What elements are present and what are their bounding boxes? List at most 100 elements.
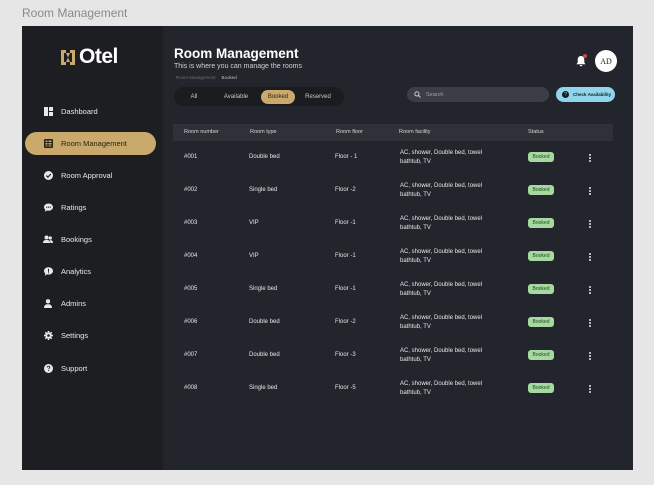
cell-room-facility: AC, shower, Double bed, towel bathtub, T… <box>400 348 483 363</box>
cell-room-number: #002 <box>184 187 198 193</box>
room-list-icon <box>43 139 53 149</box>
more-options-icon[interactable] <box>587 318 593 328</box>
sidebar: Otel Dashboard Room Management Room Appr… <box>22 26 163 470</box>
cell-room-number: #003 <box>184 220 198 226</box>
cell-room-type: Double bed <box>249 319 280 325</box>
status-badge: Booked <box>528 152 554 162</box>
sidebar-item-label: Admins <box>61 299 87 308</box>
cell-room-facility: AC, shower, Double bed, towel bathtub, T… <box>400 249 483 264</box>
more-options-icon[interactable] <box>587 285 593 295</box>
search-icon <box>414 91 421 98</box>
avatar[interactable]: AD <box>595 50 617 72</box>
check-availability-label: Check Availability <box>573 92 612 97</box>
sidebar-item-label: Ratings <box>61 203 87 212</box>
table-row[interactable]: #003 VIP Floor -1 AC, shower, Double bed… <box>173 207 613 240</box>
table-row[interactable]: #001 Double bed Floor - 1 AC, shower, Do… <box>173 141 613 174</box>
cell-room-type: Double bed <box>249 352 280 358</box>
cell-room-floor: Floor -5 <box>335 385 356 391</box>
table-row[interactable]: #007 Double bed Floor -3 AC, shower, Dou… <box>173 339 613 372</box>
sidebar-item-dashboard[interactable]: Dashboard <box>25 100 156 123</box>
status-badge: Booked <box>528 350 554 360</box>
table-header: Room number Room type Room floor Room fa… <box>173 124 613 141</box>
cell-room-facility: AC, shower, Double bed, towel bathtub, T… <box>400 150 483 165</box>
canvas-frame-label: Room Management <box>22 6 128 20</box>
cell-room-type: Single bed <box>249 187 278 193</box>
cell-room-floor: Floor -3 <box>335 352 356 358</box>
sidebar-item-ratings[interactable]: Ratings <box>25 196 156 219</box>
sidebar-item-settings[interactable]: Settings <box>25 324 156 347</box>
cell-room-floor: Floor - 1 <box>335 154 358 160</box>
check-availability-button[interactable]: ? Check Availability <box>556 87 615 102</box>
cell-room-number: #007 <box>184 352 198 358</box>
cell-room-floor: Floor -1 <box>335 286 356 292</box>
cell-room-number: #006 <box>184 319 198 325</box>
cell-room-number: #005 <box>184 286 198 292</box>
chat-alert-icon <box>43 267 53 277</box>
more-options-icon[interactable] <box>587 219 593 229</box>
more-options-icon[interactable] <box>587 384 593 394</box>
cell-room-type: VIP <box>249 253 259 259</box>
tab-reserved[interactable]: Reserved <box>295 90 341 104</box>
app-window: Otel Dashboard Room Management Room Appr… <box>22 26 633 470</box>
search-input[interactable] <box>426 91 536 98</box>
search-bar[interactable] <box>407 87 549 102</box>
dashboard-icon <box>43 107 53 117</box>
more-options-icon[interactable] <box>587 351 593 361</box>
cell-room-floor: Floor -1 <box>335 253 356 259</box>
sidebar-item-label: Room Approval <box>61 171 113 180</box>
help-icon <box>43 364 53 374</box>
cell-room-facility: AC, shower, Double bed, towel bathtub, T… <box>400 315 483 330</box>
sidebar-item-label: Analytics <box>61 267 92 276</box>
column-header-room-number[interactable]: Room number <box>184 129 219 135</box>
column-header-status[interactable]: Status <box>528 129 544 135</box>
status-badge: Booked <box>528 383 554 393</box>
sidebar-item-support[interactable]: Support <box>25 357 156 380</box>
sidebar-item-room-management[interactable]: Room Management <box>25 132 156 155</box>
cell-room-number: #001 <box>184 154 198 160</box>
breadcrumb: Room Management Booked <box>176 75 237 80</box>
sidebar-item-admins[interactable]: Admins <box>25 292 156 315</box>
cell-room-number: #004 <box>184 253 198 259</box>
cell-room-facility: AC, shower, Double bed, towel bathtub, T… <box>400 183 483 198</box>
sidebar-item-room-approval[interactable]: Room Approval <box>25 164 156 187</box>
table-row[interactable]: #008 Single bed Floor -5 AC, shower, Dou… <box>173 372 613 405</box>
sidebar-item-label: Dashboard <box>61 107 98 116</box>
column-header-room-facility[interactable]: Room facility <box>399 129 430 135</box>
cell-room-number: #008 <box>184 385 198 391</box>
status-badge: Booked <box>528 284 554 294</box>
tab-booked[interactable]: Booked <box>261 89 295 104</box>
cell-room-facility: AC, shower, Double bed, towel bathtub, T… <box>400 381 483 396</box>
table-row[interactable]: #004 VIP Floor -1 AC, shower, Double bed… <box>173 240 613 273</box>
sidebar-item-analytics[interactable]: Analytics <box>25 260 156 283</box>
sidebar-item-label: Bookings <box>61 235 92 244</box>
more-options-icon[interactable] <box>587 186 593 196</box>
cell-room-type: Single bed <box>249 286 278 292</box>
gear-icon <box>43 331 53 341</box>
table-row[interactable]: #002 Single bed Floor -2 AC, shower, Dou… <box>173 174 613 207</box>
status-filter-tabs: All Available Booked Reserved <box>174 87 344 106</box>
cell-room-facility: AC, shower, Double bed, towel bathtub, T… <box>400 282 483 297</box>
cell-room-floor: Floor -2 <box>335 187 356 193</box>
tab-available[interactable]: Available <box>211 90 261 104</box>
sidebar-item-bookings[interactable]: Bookings <box>25 228 156 251</box>
page-title: Room Management <box>174 46 299 61</box>
status-badge: Booked <box>528 317 554 327</box>
status-badge: Booked <box>528 251 554 261</box>
more-options-icon[interactable] <box>587 252 593 262</box>
notification-dot <box>583 54 587 58</box>
people-icon <box>43 235 53 245</box>
page-subtitle: This is where you can manage the rooms <box>174 63 303 70</box>
person-icon <box>43 299 53 309</box>
tab-all[interactable]: All <box>177 90 211 104</box>
brand-logo[interactable]: Otel <box>60 45 118 69</box>
column-header-room-type[interactable]: Room type <box>250 129 277 135</box>
table-row[interactable]: #005 Single bed Floor -1 AC, shower, Dou… <box>173 273 613 306</box>
cell-room-floor: Floor -1 <box>335 220 356 226</box>
column-header-room-floor[interactable]: Room floor <box>336 129 363 135</box>
sidebar-item-label: Settings <box>61 331 89 340</box>
cell-room-floor: Floor -2 <box>335 319 356 325</box>
breadcrumb-item-room-management[interactable]: Room Management <box>176 75 216 80</box>
more-options-icon[interactable] <box>587 153 593 163</box>
sidebar-item-label: Room Management <box>61 139 127 148</box>
table-row[interactable]: #006 Double bed Floor -2 AC, shower, Dou… <box>173 306 613 339</box>
